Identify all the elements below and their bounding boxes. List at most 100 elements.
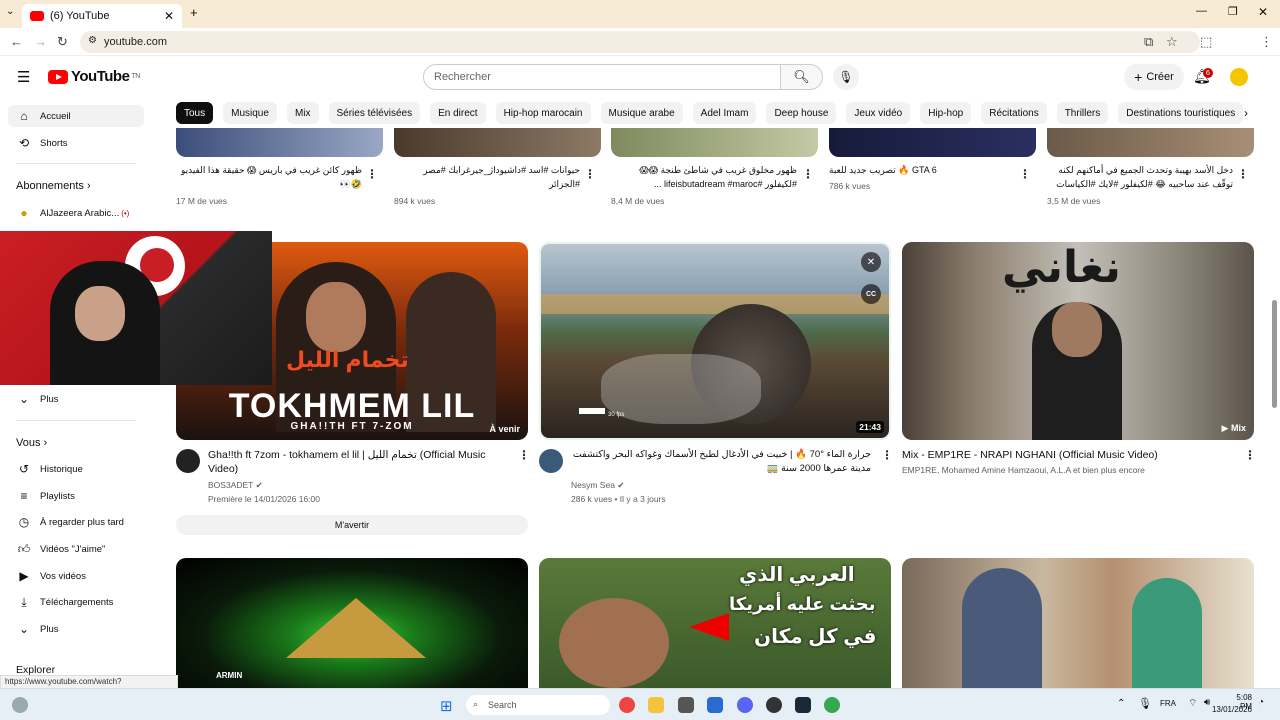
search-button[interactable]: 🔍︎ <box>781 64 823 90</box>
more-options-icon[interactable]: ⋮ <box>1019 167 1031 181</box>
sidebar-item-more-subs[interactable]: ⌄ Plus <box>8 388 144 410</box>
video-thumbnail-nesym[interactable]: ✕ CC 30 fps 21:43 <box>539 242 891 440</box>
browser-tab[interactable]: (6) YouTube ✕ <box>22 4 182 28</box>
chip-13[interactable]: Destinations touristiques <box>1118 102 1244 124</box>
sidebar-item-liked[interactable]: 👍︎ Vidéos "J'aime" <box>8 538 144 560</box>
calculator-icon[interactable] <box>678 697 694 713</box>
video-thumbnail[interactable] <box>1047 128 1254 157</box>
discord-icon[interactable] <box>737 697 753 713</box>
more-options-icon[interactable]: ⋮ <box>366 167 378 181</box>
bookmark-star-icon[interactable]: ☆ <box>1166 34 1178 50</box>
close-window-icon[interactable]: ✕ <box>1258 5 1268 19</box>
channel-name[interactable]: BOS3ADET ✔ <box>208 478 263 492</box>
sidebar-item-shorts[interactable]: ⟲ Shorts <box>8 132 144 154</box>
short-title[interactable]: دخل الأسد بهيبة وتحدث الجميع في أماكنهم … <box>1047 163 1233 191</box>
sidebar-item-watch-later[interactable]: ◷ À regarder plus tard <box>8 511 144 533</box>
maximize-icon[interactable]: ❐ <box>1228 5 1238 18</box>
tray-chevron-icon[interactable]: ⌃ <box>1117 698 1125 709</box>
chip-6[interactable]: Musique arabe <box>600 102 683 124</box>
channel-name[interactable]: EMP1RE, Mohamed Amine Hamzaoui, A.L.A et… <box>902 463 1232 477</box>
chip-1[interactable]: Musique <box>223 102 277 124</box>
more-options-icon[interactable]: ⋮ <box>518 448 530 462</box>
menu-icon[interactable]: ⋮ <box>1260 34 1273 50</box>
github-icon[interactable] <box>766 697 782 713</box>
video-thumbnail[interactable] <box>902 558 1254 688</box>
wifi-icon[interactable]: ⌔ <box>1188 697 1197 710</box>
chip-5[interactable]: Hip-hop marocain <box>495 102 591 124</box>
notification-icon[interactable]: ◔ <box>1258 697 1264 708</box>
minimize-icon[interactable]: — <box>1196 5 1207 17</box>
more-options-icon[interactable]: ⋮ <box>1244 448 1256 462</box>
forward-icon[interactable]: → <box>34 34 47 49</box>
sidebar-item-playlists[interactable]: ≡ Playlists <box>8 485 144 507</box>
site-info-icon[interactable]: ⚙ <box>88 35 97 46</box>
video-thumbnail[interactable] <box>394 128 601 157</box>
short-title[interactable]: حيوانات #اسد #داشيوداژ_جيرغرابك #مصر #ال… <box>394 163 580 191</box>
hamburger-menu-icon[interactable]: ☰ <box>17 68 30 86</box>
more-options-icon[interactable]: ⋮ <box>881 448 893 462</box>
more-options-icon[interactable]: ⋮ <box>1237 167 1249 181</box>
channel-avatar[interactable] <box>176 449 200 473</box>
video-thumbnail[interactable]: ARMIN <box>176 558 528 688</box>
reload-icon[interactable]: ↻ <box>57 34 68 50</box>
chip-4[interactable]: En direct <box>430 102 486 124</box>
widgets-icon[interactable] <box>12 697 28 713</box>
channel-name[interactable]: Nesym Sea ✔ <box>571 478 624 492</box>
install-icon[interactable]: ⧉ <box>1144 34 1153 50</box>
voice-search-button[interactable]: 🎙︎ <box>833 64 859 90</box>
short-title[interactable]: ظهور كائن غريب في باريس 😱 حقيقة هذا الفي… <box>176 163 362 191</box>
sidebar-item-more-you[interactable]: ⌄ Plus <box>8 618 144 640</box>
short-title[interactable]: ظهور مخلوق غريب في شاطئ طنجة 😱😱 #لكيفلور… <box>611 163 797 191</box>
microphone-tray-icon[interactable]: 🎙︎ <box>1138 697 1152 710</box>
video-thumbnail-mix[interactable]: نغاني ▶ Mix <box>902 242 1254 440</box>
short-title[interactable]: GTA 6 🔥 تصريب جديد للعبة <box>829 163 1015 177</box>
video-thumbnail[interactable] <box>611 128 818 157</box>
new-tab-icon[interactable]: + <box>190 5 198 20</box>
create-button[interactable]: + Créer <box>1124 64 1184 90</box>
sidebar-item-home[interactable]: ⌂ Accueil <box>8 105 144 127</box>
search-input[interactable]: Rechercher <box>423 64 781 90</box>
chip-12[interactable]: Thrillers <box>1056 102 1109 124</box>
subscriptions-header[interactable]: Abonnements › <box>16 180 91 192</box>
channel-avatar[interactable] <box>539 449 563 473</box>
windows-start-icon[interactable]: ⊞ <box>440 697 453 715</box>
video-title[interactable]: جرارة الماء °70 🔥 | خبيت في الأدغال لطبخ… <box>571 448 871 476</box>
chip-10[interactable]: Hip-hop <box>920 102 972 124</box>
chrome-icon[interactable] <box>619 697 635 713</box>
edge-icon[interactable] <box>707 697 723 713</box>
chip-2[interactable]: Mix <box>286 102 319 124</box>
chip-9[interactable]: Jeux vidéo <box>846 102 911 124</box>
youtube-logo[interactable]: YouTube TN <box>48 68 140 85</box>
mute-icon[interactable]: ✕ <box>861 252 881 272</box>
close-tab-icon[interactable]: ✕ <box>164 9 174 23</box>
video-title[interactable]: Mix - EMP1RE - NRAPI NGHANI (Official Mu… <box>902 448 1232 462</box>
taskbar-search[interactable]: ⌕ Search <box>466 695 610 715</box>
scrollbar[interactable] <box>1272 300 1277 408</box>
sidebar-item-aljazeera[interactable]: ● AlJazeera Arabic... (•) <box>8 202 144 224</box>
extensions-icon[interactable]: ⬚ <box>1200 34 1212 50</box>
video-thumbnail[interactable] <box>829 128 1036 157</box>
address-bar[interactable]: ⚙ youtube.com <box>80 31 1200 53</box>
chrome-profile-icon[interactable] <box>824 697 840 713</box>
clock-date[interactable]: 13/01/2026 <box>1210 705 1252 714</box>
chip-7[interactable]: Adel Imam <box>692 102 757 124</box>
you-header[interactable]: Vous › <box>16 437 47 449</box>
chip-11[interactable]: Récitations <box>981 102 1047 124</box>
sidebar-item-your-videos[interactable]: ▶ Vos vidéos <box>8 565 144 587</box>
account-avatar[interactable] <box>1230 68 1248 86</box>
chip-0[interactable]: Tous <box>176 102 214 124</box>
sidebar-item-history[interactable]: ↺ Historique <box>8 458 144 480</box>
more-options-icon[interactable]: ⋮ <box>584 167 596 181</box>
language-indicator[interactable]: FRA <box>1160 699 1176 708</box>
captions-icon[interactable]: CC <box>861 284 881 304</box>
steam-icon[interactable] <box>795 697 811 713</box>
video-title[interactable]: Gha!!th ft 7zom - tokhamem el lil | تخما… <box>208 448 508 476</box>
tab-search-icon[interactable]: ⌄ <box>6 6 14 17</box>
video-thumbnail[interactable]: العربي الذي بحثت عليه أمريكا في كل مكان <box>539 558 891 688</box>
file-explorer-icon[interactable] <box>648 697 664 713</box>
chip-8[interactable]: Deep house <box>766 102 837 124</box>
chip-3[interactable]: Séries télévisées <box>328 102 421 124</box>
video-thumbnail[interactable] <box>176 128 383 157</box>
chevron-right-icon[interactable]: › <box>1244 106 1248 120</box>
more-options-icon[interactable]: ⋮ <box>802 167 814 181</box>
